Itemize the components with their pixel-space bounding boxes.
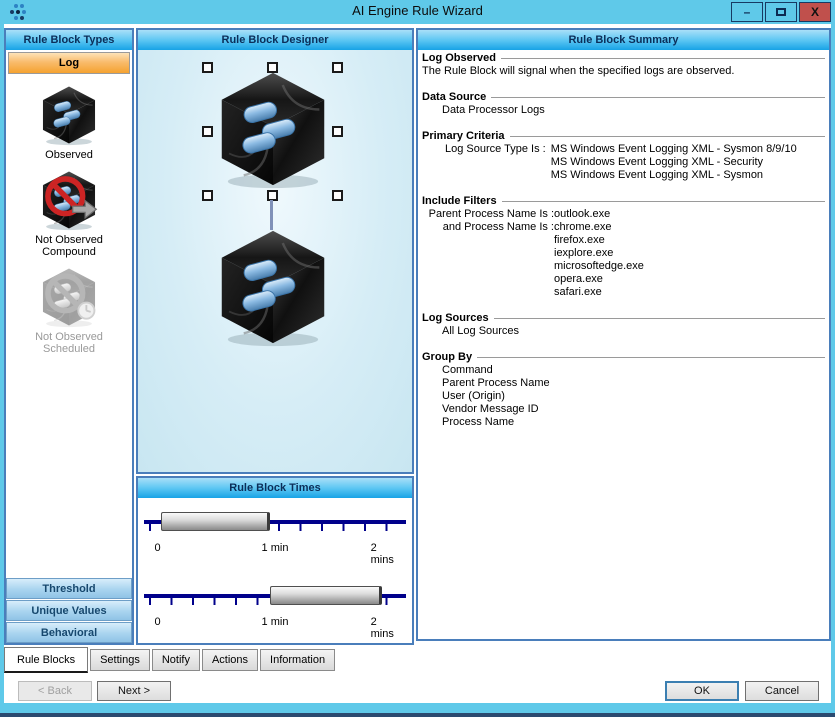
- section-title: Primary Criteria: [422, 130, 505, 143]
- section-divider: [477, 357, 825, 358]
- data-source-value: Data Processor Logs: [422, 104, 825, 117]
- section-divider: [494, 318, 825, 319]
- criteria-value: MS Windows Event Logging XML - Sysmon: [551, 169, 797, 182]
- summary-section-log-observed: Log Observed The Rule Block will signal …: [422, 52, 825, 78]
- group-by-value: Command: [422, 364, 825, 377]
- section-description: The Rule Block will signal when the spec…: [422, 65, 825, 78]
- group-by-value: Process Name: [422, 416, 825, 429]
- filter-value: iexplore.exe: [554, 247, 825, 260]
- rule-block-summary-header: Rule Block Summary: [418, 30, 829, 50]
- rule-block-summary-panel: Rule Block Summary Log Observed The Rule…: [416, 28, 831, 641]
- maximize-button[interactable]: [765, 2, 797, 22]
- section-unique-values[interactable]: Unique Values: [6, 600, 132, 621]
- rule-type-label: Not Observed Scheduled: [19, 331, 119, 355]
- slider-bar[interactable]: [161, 512, 270, 531]
- selection-handle[interactable]: [202, 190, 213, 201]
- time-slider-2[interactable]: 0 1 min 2 mins: [144, 580, 406, 636]
- filter-value: microsoftedge.exe: [554, 260, 825, 273]
- criteria-value: MS Windows Event Logging XML - Security: [551, 156, 797, 169]
- next-button[interactable]: Next >: [97, 681, 171, 701]
- filter-value: outlook.exe: [554, 208, 825, 221]
- cube-observed-icon: [36, 84, 102, 146]
- slider-bar[interactable]: [270, 586, 383, 605]
- tab-actions[interactable]: Actions: [202, 649, 258, 671]
- ok-button[interactable]: OK: [665, 681, 739, 701]
- section-divider: [502, 201, 825, 202]
- group-by-value: Parent Process Name: [422, 377, 825, 390]
- rule-block-times-panel: Rule Block Times 0 1 min 2 mins 0 1 min: [136, 476, 414, 645]
- summary-section-group-by: Group By Command Parent Process Name Use…: [422, 351, 825, 429]
- criteria-value: MS Windows Event Logging XML - Sysmon 8/…: [551, 143, 797, 156]
- filter-value: opera.exe: [554, 273, 825, 286]
- times-body: 0 1 min 2 mins 0 1 min 2 mins: [138, 498, 412, 643]
- wizard-body: Rule Block Types Log Observed Not Observ…: [4, 24, 831, 703]
- summary-section-log-sources: Log Sources All Log Sources: [422, 312, 825, 338]
- section-divider: [510, 136, 825, 137]
- rule-type-label: Observed: [6, 149, 132, 161]
- group-by-value: Vendor Message ID: [422, 403, 825, 416]
- log-sources-value: All Log Sources: [422, 325, 825, 338]
- section-title: Group By: [422, 351, 472, 364]
- slider-tick-label: 2 mins: [371, 542, 395, 566]
- section-title: Log Sources: [422, 312, 489, 325]
- section-title: Include Filters: [422, 195, 497, 208]
- minimize-button[interactable]: –: [731, 2, 763, 22]
- slider-tick-label: 2 mins: [371, 616, 395, 640]
- minimize-icon: –: [744, 5, 751, 19]
- rule-type-not-observed-compound[interactable]: Not Observed Compound: [6, 169, 132, 258]
- rule-type-accordion: Threshold Unique Values Behavioral: [6, 577, 132, 643]
- rule-block-types-panel: Rule Block Types Log Observed Not Observ…: [4, 28, 134, 645]
- filter-value: safari.exe: [554, 286, 825, 299]
- wizard-tab-strip: Rule Blocks Settings Notify Actions Info…: [4, 647, 337, 671]
- summary-section-data-source: Data Source Data Processor Logs: [422, 91, 825, 117]
- slider-tick-label: 0: [154, 542, 160, 554]
- tab-notify[interactable]: Notify: [152, 649, 200, 671]
- wizard-window: AI Engine Rule Wizard – X Rule Block Typ…: [0, 0, 835, 717]
- section-behavioral[interactable]: Behavioral: [6, 622, 132, 643]
- summary-section-include-filters: Include Filters Parent Process Name Is :…: [422, 195, 825, 299]
- cube-not-observed-scheduled-icon: [36, 266, 102, 328]
- section-divider: [491, 97, 825, 98]
- rule-block-types-header: Rule Block Types: [6, 30, 132, 50]
- tab-settings[interactable]: Settings: [90, 649, 150, 671]
- slider-tick-label: 0: [154, 616, 160, 628]
- log-section-button[interactable]: Log: [8, 52, 130, 74]
- selection-handle[interactable]: [332, 190, 343, 201]
- rule-block-node-2[interactable]: [210, 226, 336, 348]
- rule-type-not-observed-scheduled: Not Observed Scheduled: [6, 266, 132, 355]
- time-slider-1[interactable]: 0 1 min 2 mins: [144, 506, 406, 562]
- cancel-button[interactable]: Cancel: [745, 681, 819, 701]
- rule-block-designer-panel: Rule Block Designer: [136, 28, 414, 474]
- slider-tick-label: 1 min: [262, 542, 289, 554]
- filter-value: firefox.exe: [554, 234, 825, 247]
- criteria-label: Log Source Type Is :: [445, 143, 546, 182]
- back-button: < Back: [18, 681, 92, 701]
- slider-tick-label: 1 min: [262, 616, 289, 628]
- section-title: Data Source: [422, 91, 486, 104]
- section-threshold[interactable]: Threshold: [6, 578, 132, 599]
- rule-type-observed[interactable]: Observed: [6, 84, 132, 161]
- close-icon: X: [811, 5, 819, 19]
- group-by-value: User (Origin): [422, 390, 825, 403]
- section-divider: [501, 58, 825, 59]
- rule-block-times-header: Rule Block Times: [138, 478, 412, 498]
- maximize-icon: [776, 8, 786, 16]
- filter-value: chrome.exe: [554, 221, 825, 234]
- rule-block-designer-header: Rule Block Designer: [138, 30, 412, 50]
- rule-block-node-1[interactable]: [210, 68, 336, 190]
- rule-type-label: Not Observed Compound: [19, 234, 119, 258]
- filter-label: and Process Name Is :: [422, 221, 554, 299]
- filter-label: Parent Process Name Is :: [422, 208, 554, 221]
- title-bar: AI Engine Rule Wizard – X: [0, 0, 835, 24]
- section-title: Log Observed: [422, 52, 496, 65]
- summary-section-primary-criteria: Primary Criteria Log Source Type Is : MS…: [422, 130, 825, 182]
- tab-information[interactable]: Information: [260, 649, 335, 671]
- cube-not-observed-compound-icon: [36, 169, 102, 231]
- summary-body: Log Observed The Rule Block will signal …: [418, 50, 829, 444]
- designer-canvas[interactable]: [138, 50, 412, 472]
- close-button[interactable]: X: [799, 2, 831, 22]
- tab-rule-blocks[interactable]: Rule Blocks: [4, 647, 88, 673]
- window-title: AI Engine Rule Wizard: [0, 3, 835, 18]
